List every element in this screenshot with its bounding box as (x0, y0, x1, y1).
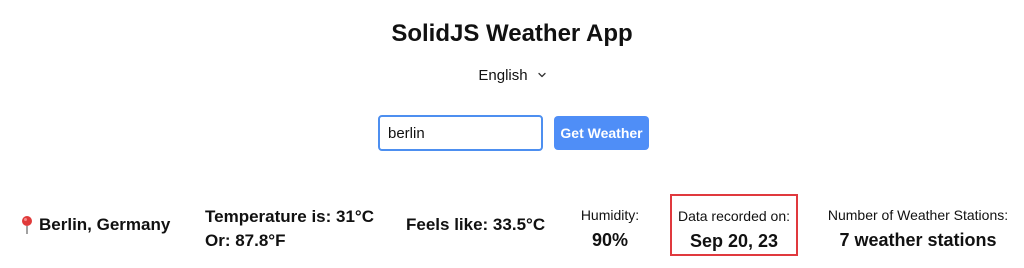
get-weather-button[interactable]: Get Weather (554, 116, 649, 150)
location: Berlin, Germany (20, 215, 170, 235)
temperature-celsius: Temperature is: 31°C (205, 207, 374, 226)
recorded-date-label: Data recorded on: (677, 208, 791, 224)
language-select-value: English (478, 66, 528, 84)
city-search-input[interactable] (378, 115, 543, 151)
recorded-date-value: Sep 20, 23 (689, 231, 779, 251)
pin-icon (22, 216, 32, 234)
weather-stations-label: Number of Weather Stations: (827, 207, 1009, 223)
location-name: Berlin, Germany (39, 215, 171, 234)
language-select[interactable]: English (471, 64, 555, 86)
weather-stations-value: 7 weather stations (839, 230, 997, 250)
recorded-date: Data recorded on: Sep 20, 23 (670, 194, 798, 256)
humidity-label: Humidity: (580, 207, 640, 223)
chevron-down-icon (537, 72, 546, 78)
weather-stations: Number of Weather Stations: 7 weather st… (822, 205, 1014, 253)
temperature: Temperature is: 31°C Or: 87.8°F (205, 205, 374, 253)
feels-like: Feels like: 33.5°C (406, 215, 546, 234)
page-title: SolidJS Weather App (391, 20, 633, 47)
temperature-fahrenheit: Or: 87.8°F (205, 231, 286, 250)
humidity: Humidity: 90% (572, 205, 648, 253)
humidity-value: 90% (591, 230, 629, 250)
